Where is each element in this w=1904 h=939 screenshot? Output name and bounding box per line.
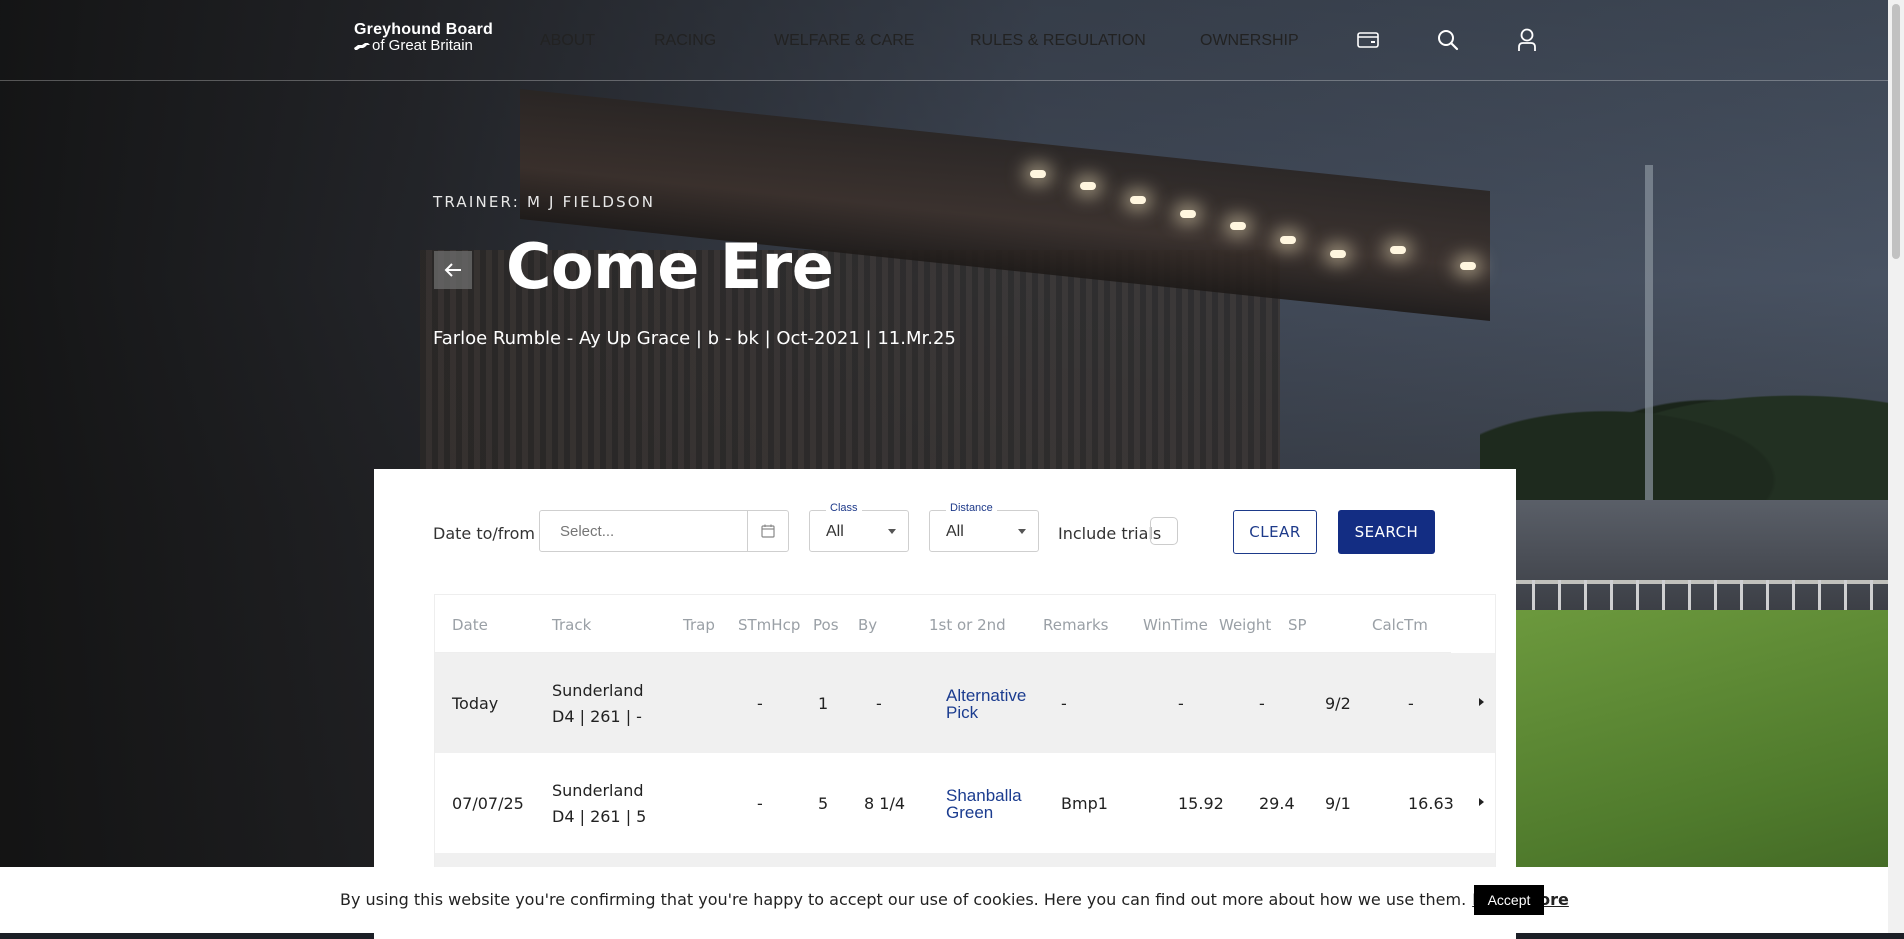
- winner-link[interactable]: Shanballa Green: [946, 787, 1036, 821]
- table-header: Date Track Trap STmHcp Pos By 1st or 2nd…: [435, 595, 1451, 653]
- col-calctm: CalcTm: [1372, 616, 1428, 634]
- cell-by: 8 1/4: [864, 794, 906, 813]
- chevron-down-icon: [888, 529, 896, 534]
- date-range-field[interactable]: [539, 510, 789, 552]
- wallet-icon[interactable]: [1354, 26, 1382, 54]
- cell-by: -: [876, 694, 882, 713]
- date-range-label: Date to/from: [433, 524, 536, 543]
- chevron-down-icon: [1018, 529, 1026, 534]
- nav-racing[interactable]: RACING: [654, 32, 716, 50]
- class-legend: Class: [826, 502, 862, 514]
- class-value: All: [826, 523, 844, 540]
- cell-weight: -: [1259, 694, 1265, 713]
- col-stmhcp: STmHcp: [738, 616, 801, 634]
- col-weight: Weight: [1219, 616, 1272, 634]
- clear-button[interactable]: CLEAR: [1233, 510, 1317, 554]
- floodlight: [1330, 250, 1346, 258]
- cell-weight: 29.4: [1259, 794, 1295, 813]
- cell-track: Sunderland: [552, 781, 644, 800]
- calendar-icon[interactable]: [747, 511, 788, 551]
- cookie-message: By using this website you're confirming …: [340, 890, 1467, 909]
- site-logo[interactable]: Greyhound Board of Great Britain: [354, 22, 493, 54]
- scrollbar-thumb[interactable]: [1892, 4, 1900, 259]
- col-pos: Pos: [813, 616, 839, 634]
- floodlight: [1390, 246, 1406, 254]
- cell-wintime: 15.92: [1178, 794, 1224, 813]
- nav-rules-regulation[interactable]: RULES & REGULATION: [970, 32, 1146, 50]
- cell-remarks: Bmp1: [1061, 794, 1108, 813]
- cell-track-detail: D4 | 261 | -: [552, 707, 642, 726]
- caret-right-icon[interactable]: [1479, 798, 1484, 806]
- results-table: Date Track Trap STmHcp Pos By 1st or 2nd…: [434, 594, 1496, 873]
- col-date: Date: [452, 616, 488, 634]
- search-button[interactable]: SEARCH: [1338, 510, 1435, 554]
- cell-stmhcp: -: [757, 794, 763, 813]
- distance-value: All: [946, 523, 964, 540]
- cookie-message-row: By using this website you're confirming …: [340, 890, 1569, 909]
- filter-bar: Date to/from Class All Distance All Incl…: [374, 469, 1516, 579]
- floodlight: [1180, 210, 1196, 218]
- col-sp: SP: [1288, 616, 1307, 634]
- date-range-input[interactable]: [540, 511, 748, 551]
- floodlight: [1280, 236, 1296, 244]
- cell-remarks: -: [1061, 694, 1067, 713]
- floodlight: [1130, 196, 1146, 204]
- col-by: By: [858, 616, 878, 634]
- table-row[interactable]: 07/07/25 Sunderland D4 | 261 | 5 - 5 8 1…: [435, 753, 1495, 853]
- floodlight: [1460, 262, 1476, 270]
- accept-cookies-button[interactable]: Accept: [1474, 885, 1544, 915]
- cell-pos: 5: [818, 794, 829, 813]
- cell-stmhcp: -: [757, 694, 763, 713]
- user-icon[interactable]: [1513, 26, 1541, 54]
- arrow-left-icon: [444, 263, 461, 277]
- include-trials-label: Include trials: [1058, 524, 1162, 543]
- logo-line2: of Great Britain: [354, 38, 493, 54]
- greyhound-icon: [354, 43, 370, 50]
- col-remarks: Remarks: [1043, 616, 1109, 634]
- dog-pedigree: Farloe Rumble - Ay Up Grace | b - bk | O…: [433, 328, 956, 349]
- trainer-label: TRAINER: M J FIELDSON: [433, 193, 656, 211]
- class-select[interactable]: Class All: [809, 502, 909, 552]
- floodlight: [1230, 222, 1246, 230]
- col-trap: Trap: [683, 616, 715, 634]
- cell-calctm: -: [1408, 694, 1414, 713]
- nav-welfare-care[interactable]: WELFARE & CARE: [774, 32, 914, 50]
- caret-right-icon[interactable]: [1479, 698, 1484, 706]
- cell-calctm: 16.63: [1408, 794, 1454, 813]
- cell-date: 07/07/25: [452, 794, 524, 813]
- cell-sp: 9/2: [1325, 694, 1351, 713]
- site-header: Greyhound Board of Great Britain ABOUT R…: [0, 0, 1888, 81]
- back-button[interactable]: [434, 251, 472, 289]
- logo-line1: Greyhound Board: [354, 21, 494, 38]
- dog-name-title: Come Ere: [506, 230, 834, 303]
- nav-ownership[interactable]: OWNERSHIP: [1200, 32, 1299, 50]
- table-row[interactable]: Today Sunderland D4 | 261 | - - 1 - Alte…: [435, 653, 1495, 753]
- col-track: Track: [552, 616, 592, 634]
- cell-track: Sunderland: [552, 681, 644, 700]
- floodlight: [1080, 182, 1096, 190]
- cell-track-detail: D4 | 261 | 5: [552, 807, 647, 826]
- cell-wintime: -: [1178, 694, 1184, 713]
- include-trials-checkbox[interactable]: [1150, 517, 1178, 545]
- search-icon[interactable]: [1434, 26, 1462, 54]
- logo-line2-text: of Great Britain: [372, 37, 473, 54]
- cell-date: Today: [452, 694, 499, 713]
- cell-sp: 9/1: [1325, 794, 1351, 813]
- col-first-second: 1st or 2nd: [929, 616, 1006, 634]
- page-scrollbar[interactable]: [1888, 0, 1904, 933]
- col-wintime: WinTime: [1143, 616, 1208, 634]
- distance-legend: Distance: [946, 502, 997, 514]
- nav-about[interactable]: ABOUT: [540, 32, 595, 50]
- cookie-banner: By using this website you're confirming …: [0, 867, 1888, 933]
- cell-pos: 1: [818, 694, 829, 713]
- floodlight: [1030, 170, 1046, 178]
- winner-link[interactable]: Alternative Pick: [946, 687, 1036, 721]
- distance-select[interactable]: Distance All: [929, 502, 1039, 552]
